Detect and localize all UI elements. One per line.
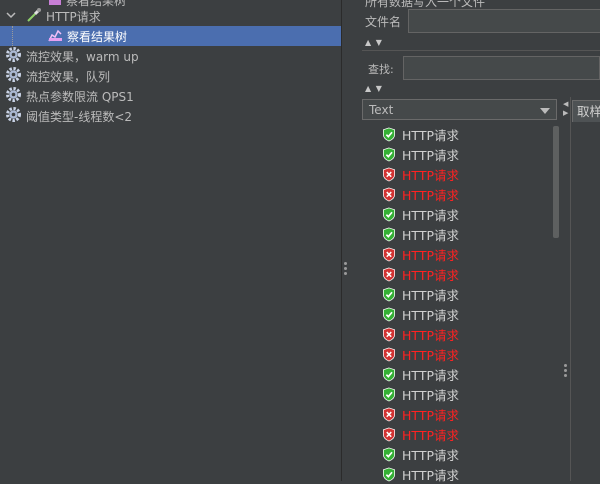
- sample-detail-panel: [570, 97, 600, 481]
- chevron-down-icon[interactable]: [6, 9, 16, 23]
- split-handle[interactable]: [344, 262, 347, 277]
- result-label: HTTP请求: [402, 347, 459, 363]
- tree-item-label: HTTP请求: [46, 9, 101, 24]
- result-label: HTTP请求: [402, 247, 459, 263]
- tree-item-threshold-threads[interactable]: 阈值类型-线程数<2: [0, 106, 341, 126]
- tree-item-flow-warmup[interactable]: 流控效果，warm up: [0, 46, 341, 66]
- result-label: HTTP请求: [402, 187, 459, 203]
- tree-item-hotspot-qps[interactable]: 热点参数限流 QPS1: [0, 86, 341, 106]
- result-label: HTTP请求: [402, 267, 459, 283]
- result-row[interactable]: HTTP请求: [362, 464, 552, 484]
- split-handle[interactable]: [564, 364, 567, 379]
- tree-item-flow-queue[interactable]: 流控效果，队列: [0, 66, 341, 86]
- result-label: HTTP请求: [402, 167, 459, 183]
- result-row[interactable]: HTTP请求: [362, 184, 552, 204]
- failure-shield-icon: [383, 427, 395, 441]
- separator: [362, 50, 600, 51]
- pipette-icon: [26, 7, 42, 26]
- renderer-select-value: Text: [369, 103, 394, 117]
- tree-item-label: 流控效果，队列: [26, 69, 111, 84]
- failure-shield-icon: [383, 407, 395, 421]
- result-label: HTTP请求: [402, 367, 459, 383]
- result-label: HTTP请求: [402, 447, 459, 463]
- result-row[interactable]: HTTP请求: [362, 264, 552, 284]
- tree-guide-line: [12, 26, 13, 46]
- result-label: HTTP请求: [402, 287, 459, 303]
- tree-item-label: 流控效果，warm up: [26, 49, 139, 64]
- result-label: HTTP请求: [402, 147, 459, 163]
- graph-icon: [48, 28, 63, 45]
- success-shield-icon: [383, 127, 395, 141]
- result-label: HTTP请求: [402, 127, 459, 143]
- tab-sampler-result[interactable]: 取样: [572, 100, 600, 122]
- success-shield-icon: [383, 467, 395, 481]
- result-row[interactable]: HTTP请求: [362, 344, 552, 364]
- result-row[interactable]: HTTP请求: [362, 224, 552, 244]
- result-row[interactable]: HTTP请求: [362, 244, 552, 264]
- success-shield-icon: [383, 287, 395, 301]
- tree-item-view-results-tree[interactable]: 察看结果树: [0, 26, 341, 46]
- failure-shield-icon: [383, 167, 395, 181]
- result-row[interactable]: HTTP请求: [362, 364, 552, 384]
- result-row[interactable]: HTTP请求: [362, 384, 552, 404]
- search-input[interactable]: [403, 56, 600, 80]
- tab-scroll-arrows[interactable]: ◀ ▶: [563, 100, 571, 118]
- result-label: HTTP请求: [402, 327, 459, 343]
- result-label: HTTP请求: [402, 307, 459, 323]
- failure-shield-icon: [383, 247, 395, 261]
- failure-shield-icon: [383, 327, 395, 341]
- result-label: HTTP请求: [402, 387, 459, 403]
- success-shield-icon: [383, 207, 395, 221]
- success-shield-icon: [383, 367, 395, 381]
- result-label: HTTP请求: [402, 227, 459, 243]
- result-row[interactable]: HTTP请求: [362, 124, 552, 144]
- success-shield-icon: [383, 307, 395, 321]
- result-row[interactable]: HTTP请求: [362, 144, 552, 164]
- result-label: HTTP请求: [402, 407, 459, 423]
- gear-icon: [5, 46, 22, 66]
- renderer-select[interactable]: Text: [362, 99, 557, 120]
- result-row[interactable]: HTTP请求: [362, 404, 552, 424]
- collapse-arrows[interactable]: ▲ ▼: [365, 84, 383, 93]
- result-row[interactable]: HTTP请求: [362, 204, 552, 224]
- result-row[interactable]: HTTP请求: [362, 424, 552, 444]
- result-label: HTTP请求: [402, 207, 459, 223]
- result-row[interactable]: HTTP请求: [362, 324, 552, 344]
- gear-icon: [5, 106, 22, 126]
- result-row[interactable]: HTTP请求: [362, 284, 552, 304]
- collapse-arrows[interactable]: ▲ ▼: [365, 38, 383, 47]
- failure-shield-icon: [383, 267, 395, 281]
- gear-icon: [5, 86, 22, 106]
- result-label: HTTP请求: [402, 427, 459, 443]
- tree-item-label: 热点参数限流 QPS1: [26, 89, 134, 104]
- tree-item-http-request[interactable]: HTTP请求: [0, 6, 341, 26]
- success-shield-icon: [383, 387, 395, 401]
- failure-shield-icon: [383, 187, 395, 201]
- result-row[interactable]: HTTP请求: [362, 164, 552, 184]
- tree-item-label: 阈值类型-线程数<2: [26, 109, 133, 124]
- success-shield-icon: [383, 447, 395, 461]
- success-shield-icon: [383, 147, 395, 161]
- search-label: 查找:: [368, 63, 394, 76]
- result-row[interactable]: HTTP请求: [362, 444, 552, 464]
- failure-shield-icon: [383, 347, 395, 361]
- filename-label: 文件名: [365, 15, 402, 29]
- chevron-down-icon: [540, 108, 550, 114]
- tree-item-label: 察看结果树: [67, 29, 128, 44]
- test-plan-tree: 察看结果树 HTTP请求 察看结果树 流控效果，warm up 流控效果，队列 …: [0, 0, 341, 481]
- result-row[interactable]: HTTP请求: [362, 304, 552, 324]
- filename-field[interactable]: [408, 9, 600, 33]
- gear-icon: [5, 66, 22, 86]
- success-shield-icon: [383, 227, 395, 241]
- scrollbar-thumb[interactable]: [553, 126, 559, 238]
